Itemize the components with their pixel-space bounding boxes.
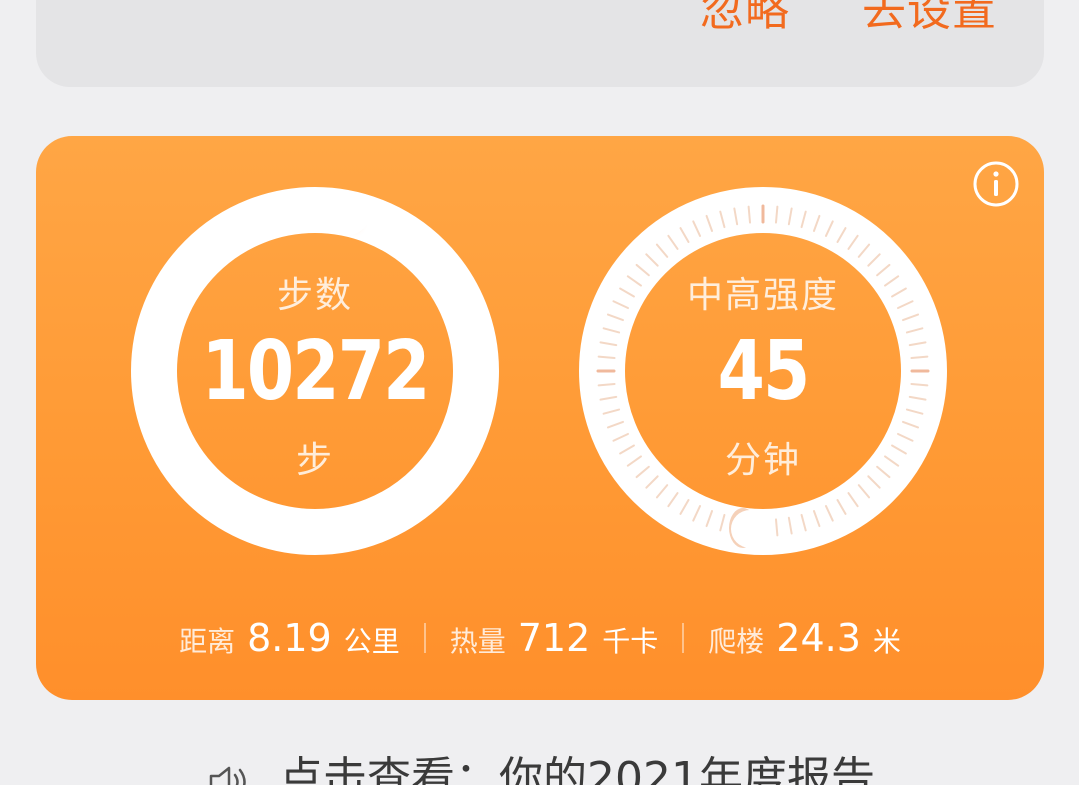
steps-label: 步数 xyxy=(276,275,353,316)
stat-divider xyxy=(682,623,685,653)
distance-stat[interactable]: 距离 8.19 公里 xyxy=(179,616,400,660)
calories-label: 热量 xyxy=(449,625,506,658)
climb-value: 24.3 xyxy=(776,616,861,660)
steps-ring[interactable]: 步数 10272 步 xyxy=(130,186,500,556)
annual-report-text: 点击查看：你的2021年度报告 xyxy=(279,755,875,785)
intensity-unit: 分钟 xyxy=(724,440,801,481)
climb-unit: 米 xyxy=(872,625,901,658)
distance-value: 8.19 xyxy=(247,616,332,660)
distance-label: 距离 xyxy=(179,625,236,658)
distance-unit: 公里 xyxy=(343,625,400,658)
info-icon[interactable] xyxy=(973,161,1019,207)
intensity-value: 45 xyxy=(717,324,811,419)
calories-value: 712 xyxy=(517,616,591,660)
intensity-ring[interactable]: 中高强度 45 分钟 xyxy=(578,186,948,556)
steps-unit: 步 xyxy=(295,440,334,481)
intensity-tick xyxy=(747,205,752,224)
climb-label: 爬楼 xyxy=(708,625,765,658)
intensity-label: 中高强度 xyxy=(686,275,839,316)
steps-value: 10272 xyxy=(201,324,431,419)
stat-divider xyxy=(423,623,426,653)
ignore-button[interactable]: 忽略 xyxy=(700,0,790,46)
calories-stat[interactable]: 热量 712 千卡 xyxy=(450,616,659,660)
activity-card[interactable]: 步数 10272 步 中高强度 45 分钟 距离 8.19 公里 热量 712 … xyxy=(36,136,1044,700)
go-settings-button[interactable]: 去设置 xyxy=(862,0,997,46)
intensity-tick xyxy=(774,518,779,537)
intensity-tick xyxy=(774,205,779,224)
annual-report-link[interactable]: 点击查看：你的2021年度报告 xyxy=(205,755,875,785)
calories-unit: 千卡 xyxy=(602,625,659,658)
health-page: 忽略 去设置 步数 10272 步 中高强度 45 分钟 距离 8.19 公里 … xyxy=(0,0,1079,785)
stats-row: 距离 8.19 公里 热量 712 千卡 爬楼 24.3 米 xyxy=(36,614,1044,662)
ignore-button-label: 忽略 xyxy=(700,0,790,36)
go-settings-button-label: 去设置 xyxy=(862,0,997,36)
notice-card: 忽略 去设置 xyxy=(36,0,1044,87)
climb-stat[interactable]: 爬楼 24.3 米 xyxy=(708,616,901,660)
speaker-icon xyxy=(209,766,246,785)
